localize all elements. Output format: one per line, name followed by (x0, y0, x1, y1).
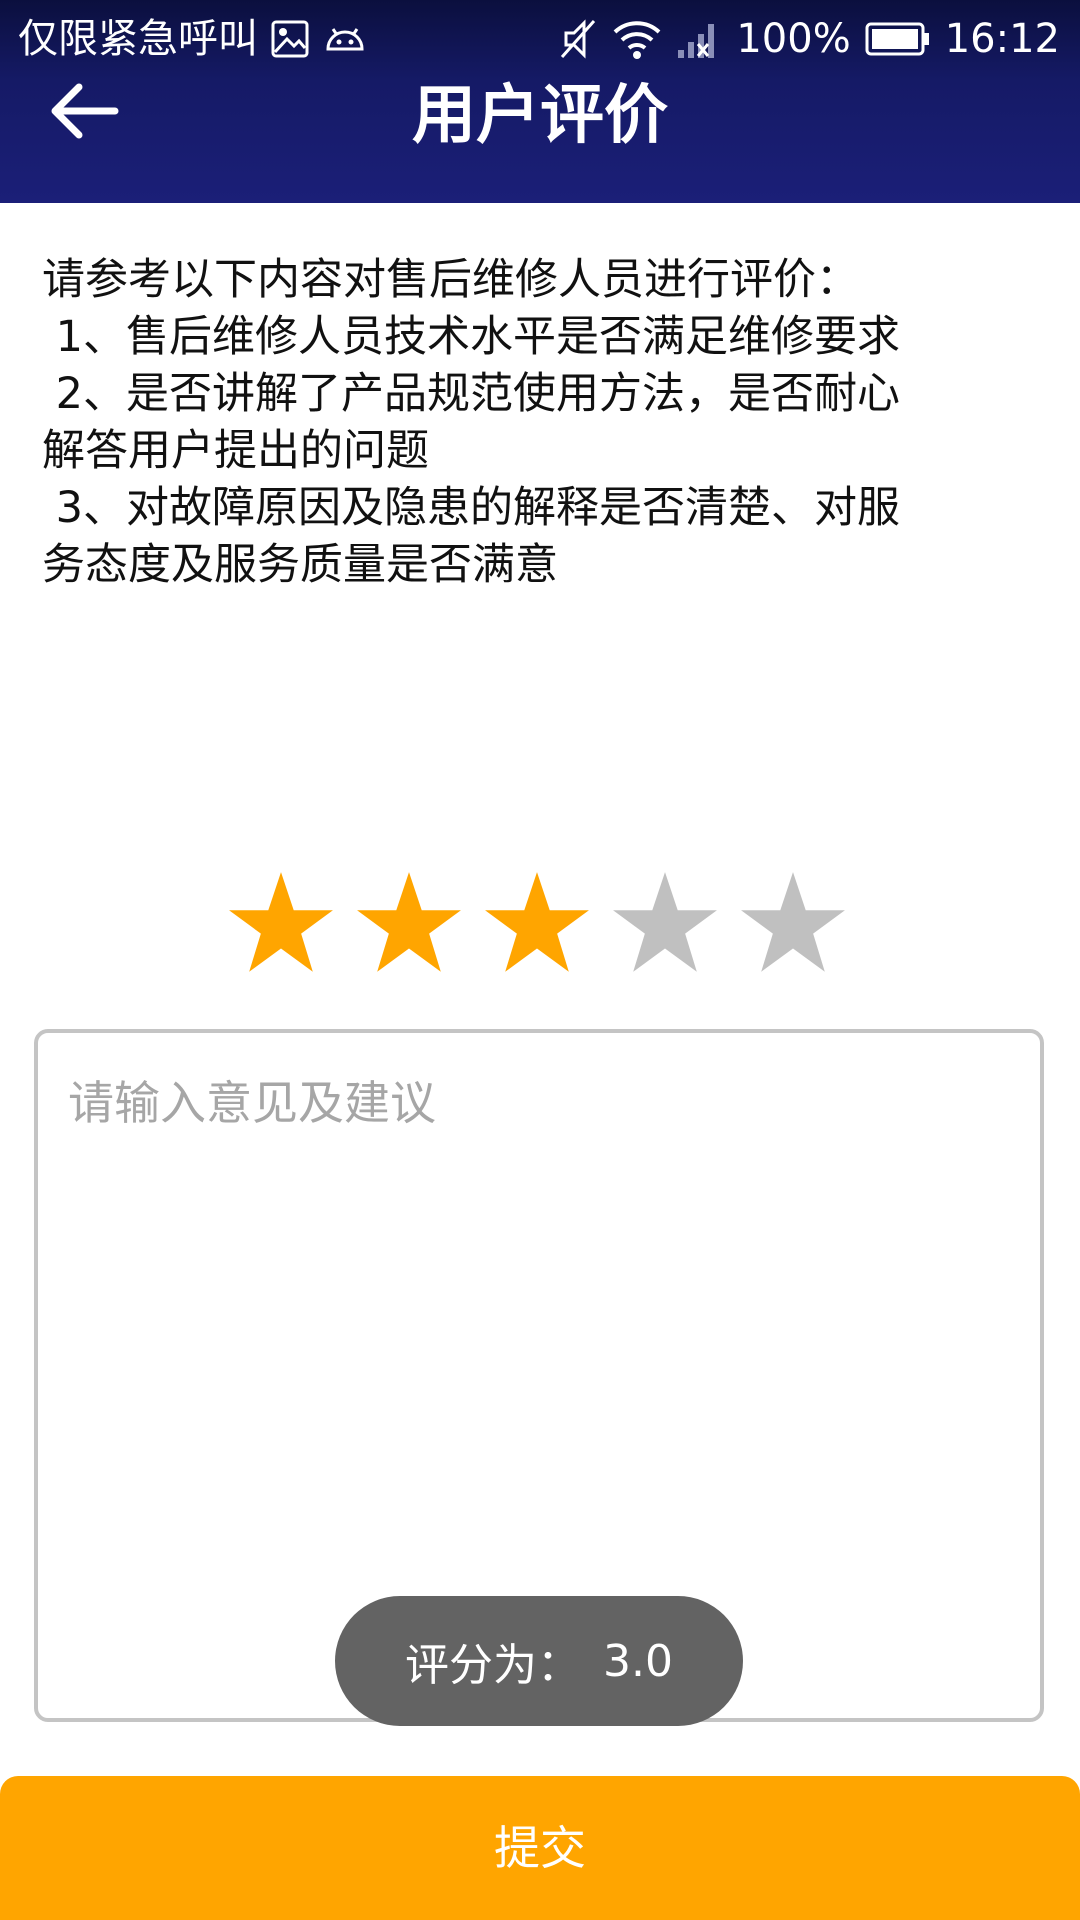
status-left: 仅限紧急呼叫 (18, 14, 368, 64)
star-rating (228, 870, 846, 986)
page-title: 用户评价 (412, 79, 668, 153)
carrier-text: 仅限紧急呼叫 (18, 16, 258, 62)
instructions: 请参考以下内容对售后维修人员进行评价： 1、售后维修人员技术水平是否满足维修要求… (42, 252, 1042, 594)
star-2-icon[interactable] (356, 870, 462, 976)
android-icon (322, 19, 368, 59)
clock-time: 16:12 (944, 16, 1060, 62)
wifi-icon (612, 18, 662, 60)
star-1-icon[interactable] (228, 870, 334, 976)
instruction-line: 务态度及服务质量是否满意 (42, 540, 558, 590)
instruction-line: 2、是否讲解了产品规范使用方法，是否耐心 (42, 369, 901, 419)
instruction-line: 1、售后维修人员技术水平是否满足维修要求 (42, 312, 901, 362)
no-signal-icon (676, 18, 722, 60)
image-icon (270, 19, 310, 59)
screen: 仅限紧急呼叫 100% 16:12 用户评价 请参考以下内容对售后维修人员进行评… (0, 0, 1080, 1920)
rating-toast: 评分为： 3.0 (335, 1596, 743, 1726)
star-4-icon[interactable] (612, 870, 718, 976)
instruction-line: 请参考以下内容对售后维修人员进行评价： (42, 255, 859, 305)
star-5-icon[interactable] (740, 870, 846, 976)
toast-value: 3.0 (603, 1635, 673, 1687)
star-3-icon[interactable] (484, 870, 590, 976)
battery-percent: 100% (736, 16, 851, 62)
toast-label: 评分为： (405, 1640, 581, 1691)
status-right: 100% 16:12 (558, 14, 1060, 64)
instruction-line: 解答用户提出的问题 (42, 426, 429, 476)
mute-icon (558, 17, 598, 61)
submit-button[interactable]: 提交 (0, 1776, 1080, 1920)
instruction-line: 3、对故障原因及隐患的解释是否清楚、对服 (42, 483, 901, 533)
app-header: 用户评价 (0, 62, 1080, 203)
battery-icon (865, 22, 931, 56)
